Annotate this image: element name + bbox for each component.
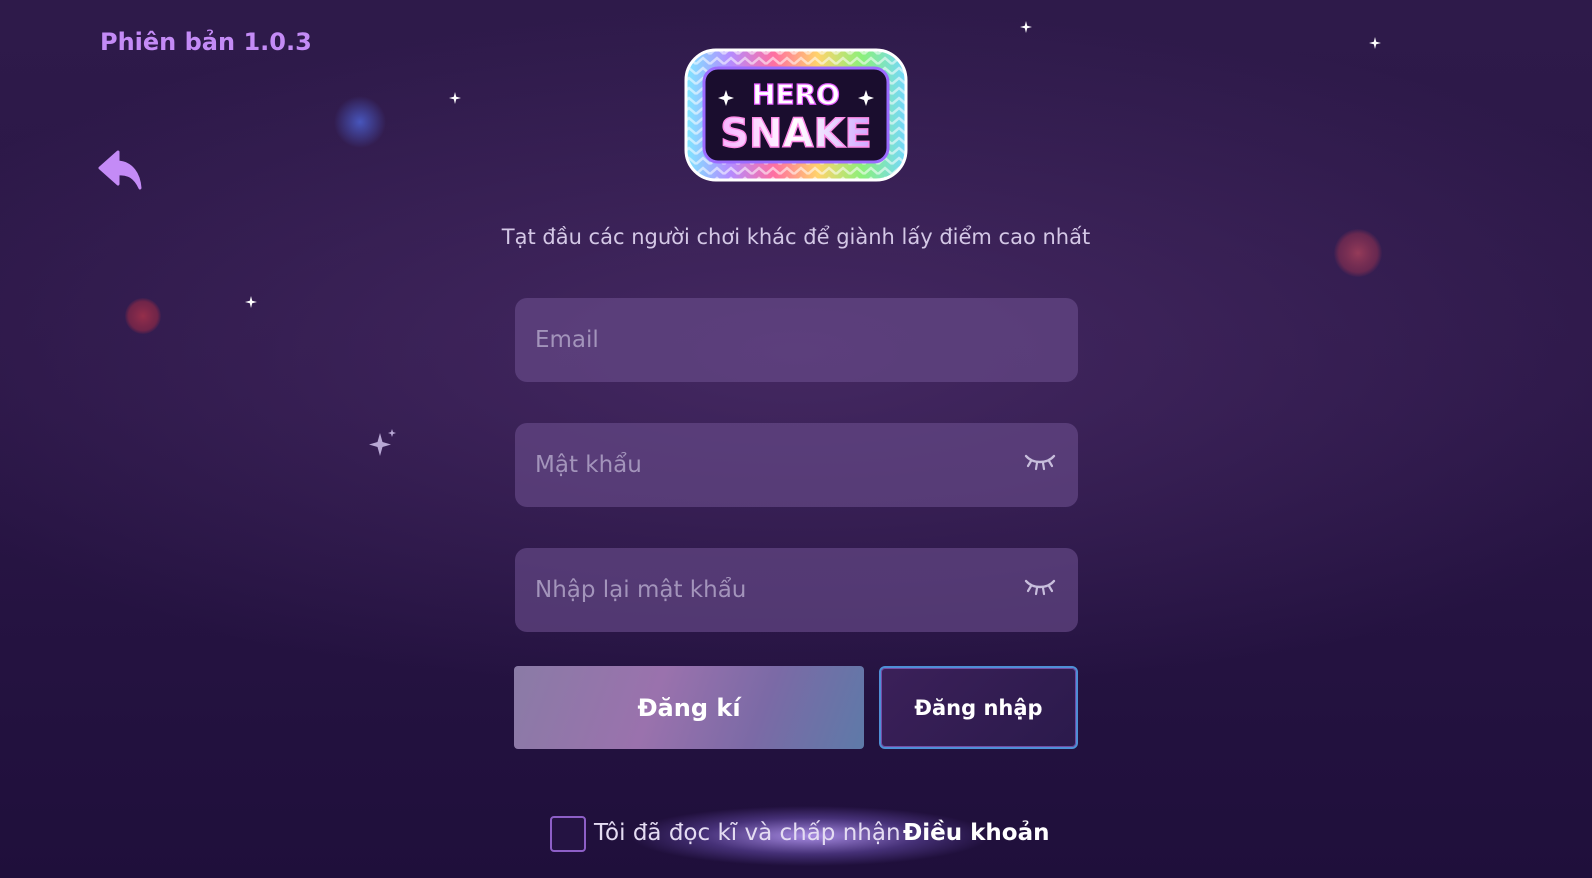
sparkle-icon — [245, 296, 257, 308]
game-logo: HERO SNAKE — [684, 48, 908, 182]
back-button[interactable] — [98, 150, 144, 194]
glow-orb-red-left — [125, 298, 161, 334]
email-input[interactable] — [533, 326, 997, 354]
login-button[interactable]: Đăng nhập — [879, 666, 1078, 749]
register-button[interactable]: Đăng kí — [514, 666, 864, 749]
back-arrow-icon — [98, 150, 142, 190]
logo-text-hero: HERO — [752, 78, 840, 111]
version-label: Phiên bản 1.0.3 — [100, 28, 312, 56]
logo-text-snake: SNAKE — [720, 111, 872, 157]
eye-closed-icon[interactable] — [1024, 578, 1056, 596]
password-input[interactable] — [533, 451, 997, 479]
sparkle-icon — [449, 92, 461, 104]
confirm-password-input[interactable] — [533, 576, 997, 604]
sparkle-icon — [369, 429, 396, 456]
confirm-password-field-container — [515, 548, 1078, 632]
sparkle-icon — [1369, 37, 1381, 49]
glow-orb-blue — [334, 96, 386, 148]
tagline: Tạt đầu các người chơi khác để giành lấy… — [501, 225, 1091, 249]
email-field-container — [515, 298, 1078, 382]
terms-link[interactable]: Điều khoản — [903, 820, 1050, 846]
eye-closed-icon[interactable] — [1024, 453, 1056, 471]
password-field-container — [515, 423, 1078, 507]
sparkle-icon — [1020, 21, 1032, 33]
terms-checkbox[interactable] — [550, 816, 586, 852]
terms-text: Tôi đã đọc kĩ và chấp nhận — [594, 820, 901, 846]
